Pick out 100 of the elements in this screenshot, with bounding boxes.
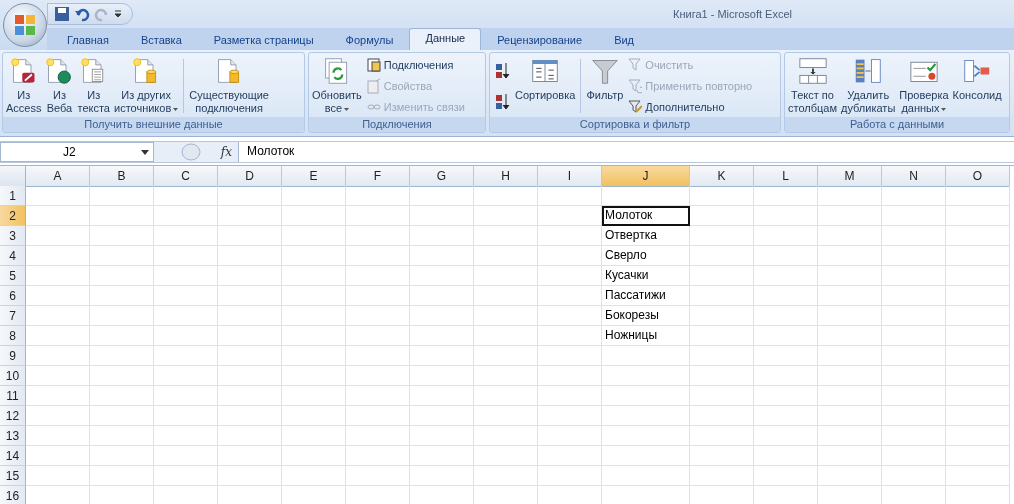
empty-cell[interactable] xyxy=(346,406,410,426)
empty-cell[interactable] xyxy=(218,226,282,246)
empty-cell[interactable] xyxy=(538,266,602,286)
empty-cell[interactable] xyxy=(282,306,346,326)
table-cell[interactable]: Пассатижи xyxy=(602,286,690,306)
empty-cell[interactable] xyxy=(690,206,754,226)
empty-cell[interactable] xyxy=(690,226,754,246)
empty-cell[interactable] xyxy=(690,286,754,306)
empty-cell[interactable] xyxy=(154,326,218,346)
empty-cell[interactable] xyxy=(346,186,410,206)
empty-cell[interactable] xyxy=(474,366,538,386)
empty-cell[interactable] xyxy=(946,366,1010,386)
empty-cell[interactable] xyxy=(474,386,538,406)
empty-cell[interactable] xyxy=(346,206,410,226)
ribbon-button[interactable]: Фильтр xyxy=(584,55,626,117)
sort-descending-button[interactable] xyxy=(494,92,510,111)
empty-cell[interactable] xyxy=(690,306,754,326)
empty-cell[interactable] xyxy=(154,366,218,386)
office-button[interactable] xyxy=(3,3,47,47)
empty-cell[interactable] xyxy=(154,466,218,486)
empty-cell[interactable] xyxy=(218,186,282,206)
column-header[interactable]: D xyxy=(218,166,282,187)
empty-cell[interactable] xyxy=(346,306,410,326)
empty-cell[interactable] xyxy=(882,226,946,246)
empty-cell[interactable] xyxy=(410,306,474,326)
empty-cell[interactable] xyxy=(90,266,154,286)
table-cell[interactable]: Ножницы xyxy=(602,326,690,346)
empty-cell[interactable] xyxy=(754,206,818,226)
empty-cell[interactable] xyxy=(690,266,754,286)
empty-cell[interactable] xyxy=(410,346,474,366)
row-header[interactable]: 10 xyxy=(0,366,26,386)
empty-cell[interactable] xyxy=(474,446,538,466)
ribbon-small-button[interactable]: Подключения xyxy=(366,57,465,74)
empty-cell[interactable] xyxy=(410,206,474,226)
empty-cell[interactable] xyxy=(90,286,154,306)
empty-cell[interactable] xyxy=(602,346,690,366)
empty-cell[interactable] xyxy=(90,366,154,386)
empty-cell[interactable] xyxy=(90,466,154,486)
empty-cell[interactable] xyxy=(882,326,946,346)
empty-cell[interactable] xyxy=(282,406,346,426)
empty-cell[interactable] xyxy=(474,346,538,366)
empty-cell[interactable] xyxy=(410,426,474,446)
empty-cell[interactable] xyxy=(690,426,754,446)
empty-cell[interactable] xyxy=(282,426,346,446)
empty-cell[interactable] xyxy=(754,186,818,206)
empty-cell[interactable] xyxy=(946,246,1010,266)
name-box[interactable]: J2 xyxy=(0,142,154,162)
empty-cell[interactable] xyxy=(818,266,882,286)
empty-cell[interactable] xyxy=(690,366,754,386)
column-header[interactable]: A xyxy=(26,166,90,187)
empty-cell[interactable] xyxy=(282,266,346,286)
empty-cell[interactable] xyxy=(346,426,410,446)
empty-cell[interactable] xyxy=(410,406,474,426)
empty-cell[interactable] xyxy=(818,286,882,306)
empty-cell[interactable] xyxy=(474,406,538,426)
empty-cell[interactable] xyxy=(538,206,602,226)
empty-cell[interactable] xyxy=(538,226,602,246)
empty-cell[interactable] xyxy=(154,386,218,406)
empty-cell[interactable] xyxy=(282,446,346,466)
empty-cell[interactable] xyxy=(410,386,474,406)
empty-cell[interactable] xyxy=(154,346,218,366)
ribbon-button[interactable]: Из Access xyxy=(4,55,44,117)
empty-cell[interactable] xyxy=(474,226,538,246)
ribbon-button[interactable]: Проверка данных xyxy=(897,55,951,117)
empty-cell[interactable] xyxy=(90,426,154,446)
ribbon-tab[interactable]: Вставка xyxy=(124,30,198,50)
empty-cell[interactable] xyxy=(602,426,690,446)
empty-cell[interactable] xyxy=(754,286,818,306)
empty-cell[interactable] xyxy=(818,406,882,426)
empty-cell[interactable] xyxy=(538,466,602,486)
empty-cell[interactable] xyxy=(90,406,154,426)
row-header[interactable]: 5 xyxy=(0,266,26,286)
empty-cell[interactable] xyxy=(474,466,538,486)
empty-cell[interactable] xyxy=(474,426,538,446)
empty-cell[interactable] xyxy=(690,466,754,486)
column-header[interactable]: G xyxy=(410,166,474,187)
empty-cell[interactable] xyxy=(346,346,410,366)
empty-cell[interactable] xyxy=(474,286,538,306)
ribbon-button[interactable]: Сортировка xyxy=(513,55,578,117)
empty-cell[interactable] xyxy=(690,326,754,346)
column-header[interactable]: J xyxy=(602,166,690,187)
empty-cell[interactable] xyxy=(346,266,410,286)
empty-cell[interactable] xyxy=(946,206,1010,226)
empty-cell[interactable] xyxy=(346,286,410,306)
formula-input[interactable]: Молоток xyxy=(238,142,1014,162)
ribbon-button[interactable]: Существующие подключения xyxy=(187,55,271,117)
column-header[interactable]: O xyxy=(946,166,1010,187)
empty-cell[interactable] xyxy=(90,346,154,366)
ribbon-button[interactable]: Из Веба xyxy=(43,55,76,117)
empty-cell[interactable] xyxy=(818,346,882,366)
empty-cell[interactable] xyxy=(602,446,690,466)
empty-cell[interactable] xyxy=(602,186,690,206)
column-header[interactable]: K xyxy=(690,166,754,187)
empty-cell[interactable] xyxy=(754,346,818,366)
empty-cell[interactable] xyxy=(218,426,282,446)
row-header[interactable]: 3 xyxy=(0,226,26,246)
column-header[interactable]: I xyxy=(538,166,602,187)
empty-cell[interactable] xyxy=(282,326,346,346)
row-header[interactable]: 13 xyxy=(0,426,26,446)
row-header[interactable]: 9 xyxy=(0,346,26,366)
